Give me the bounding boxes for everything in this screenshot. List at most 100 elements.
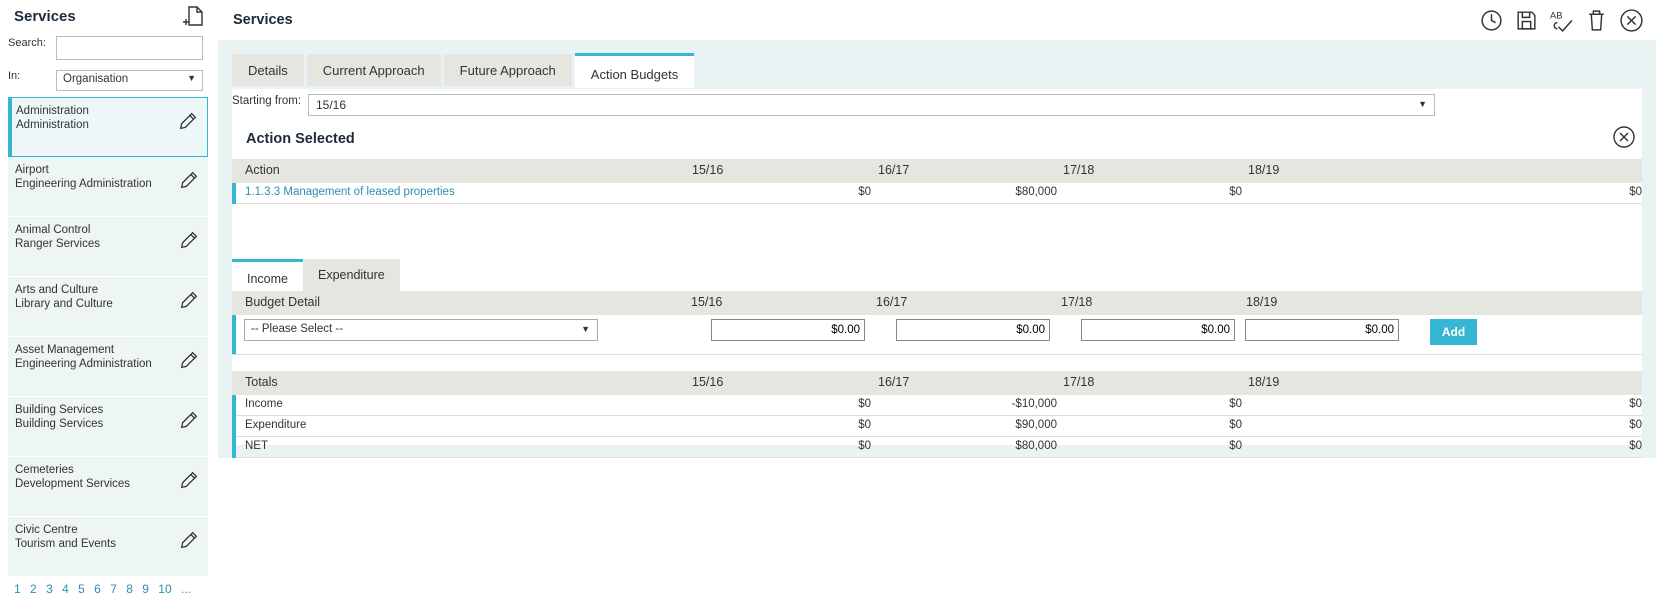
service-item[interactable]: Administration Administration [8, 97, 208, 157]
service-item[interactable]: Airport Engineering Administration [8, 157, 208, 217]
service-department: Development Services [15, 478, 131, 490]
starting-from-label: Starting from: [232, 95, 302, 107]
action-selected-title: Action Selected [246, 131, 355, 147]
budget-detail-select[interactable]: -- Please Select -- ▼ [244, 319, 598, 341]
tab-future-approach[interactable]: Future Approach [443, 54, 572, 86]
column-header: 18/19 [1248, 375, 1280, 389]
row-accent [232, 416, 236, 437]
services-sidebar: Services Search: In: Organisation ▼ Admi… [0, 0, 208, 612]
pencil-icon[interactable] [178, 289, 200, 311]
page-link[interactable]: 8 [126, 582, 133, 596]
service-name: Civic Centre [15, 524, 78, 536]
service-item[interactable]: Civic Centre Tourism and Events [8, 517, 208, 577]
totals-label: Income [245, 398, 283, 410]
spellcheck-icon[interactable]: AB [1549, 8, 1574, 33]
history-clock-icon[interactable] [1479, 8, 1504, 33]
tab-expenditure[interactable]: Expenditure [303, 259, 400, 291]
service-list: Administration Administration Airport Engi… [8, 97, 208, 577]
tab-current-approach[interactable]: Current Approach [306, 54, 441, 86]
tab-income[interactable]: Income [232, 259, 303, 291]
cell-value: $0 [1629, 440, 1642, 452]
add-button[interactable]: Add [1430, 319, 1477, 345]
row-accent [232, 315, 236, 355]
cell-value: -$10,000 [1011, 398, 1057, 410]
header-toolbar: AB [1479, 8, 1644, 33]
service-item[interactable]: Animal Control Ranger Services [8, 217, 208, 277]
search-input[interactable] [56, 36, 203, 60]
action-link[interactable]: 1.1.3.3 Management of leased properties [245, 186, 455, 198]
page-link[interactable]: 6 [94, 582, 101, 596]
row-accent [232, 395, 236, 416]
budget-detail-header: Budget Detail 15/16 16/17 17/18 18/19 [232, 291, 1642, 315]
save-icon[interactable] [1514, 8, 1539, 33]
page-link-more[interactable]: ... [181, 582, 191, 596]
page-link[interactable]: 7 [110, 582, 117, 596]
pencil-icon[interactable] [177, 110, 199, 132]
service-name: Arts and Culture [15, 284, 99, 296]
dropdown-arrow-icon: ▼ [581, 324, 590, 334]
starting-from-select[interactable]: 15/16 ▼ [308, 94, 1435, 116]
amount-input-15-16[interactable] [711, 319, 865, 341]
budget-subtabs: Income Expenditure [232, 259, 400, 291]
close-circle-icon[interactable] [1612, 125, 1636, 149]
page-link[interactable]: 5 [78, 582, 85, 596]
cell-value: $0 [858, 419, 871, 431]
page-link[interactable]: 4 [62, 582, 69, 596]
pencil-icon[interactable] [178, 349, 200, 371]
tab-bar: Details Current Approach Future Approach… [232, 53, 695, 88]
row-divider [232, 354, 1642, 355]
close-circle-icon[interactable] [1619, 8, 1644, 33]
row-accent [232, 437, 236, 458]
service-item[interactable]: Building Services Building Services [8, 397, 208, 457]
cell-value: $0 [858, 398, 871, 410]
column-header: 15/16 [691, 295, 723, 309]
column-header: 16/17 [878, 163, 910, 177]
column-header: 18/19 [1248, 163, 1280, 177]
page-link[interactable]: 1 [14, 582, 21, 596]
totals-row: NET $0 $80,000 $0 $0 [232, 437, 1642, 458]
spellcheck-icon-label: AB [1550, 10, 1563, 20]
cell-value: $0 [858, 186, 871, 198]
pencil-icon[interactable] [178, 529, 200, 551]
amount-input-17-18[interactable] [1081, 319, 1235, 341]
trash-icon[interactable] [1584, 8, 1609, 33]
service-item[interactable]: Asset Management Engineering Administrati… [8, 337, 208, 397]
service-name: Cemeteries [15, 464, 74, 476]
page-link[interactable]: 10 [158, 582, 171, 596]
page-link[interactable]: 9 [142, 582, 149, 596]
service-department: Engineering Administration [15, 178, 152, 190]
cell-value: $0 [1229, 186, 1242, 198]
cell-value: $0 [1229, 440, 1242, 452]
column-header: 17/18 [1061, 295, 1093, 309]
scope-select[interactable]: Organisation ▼ [56, 70, 203, 91]
service-item[interactable]: Cemeteries Development Services [8, 457, 208, 517]
cell-value: $0 [858, 440, 871, 452]
service-name: Airport [15, 164, 49, 176]
cell-value: $0 [1229, 419, 1242, 431]
pencil-icon[interactable] [178, 229, 200, 251]
cell-value: $0 [1629, 419, 1642, 431]
column-header: 16/17 [878, 375, 910, 389]
service-item[interactable]: Arts and Culture Library and Culture [8, 277, 208, 337]
column-header: Action [245, 163, 280, 177]
scope-select-value: Organisation [63, 73, 129, 85]
action-grid-header: Action 15/16 16/17 17/18 18/19 [232, 159, 1642, 183]
amount-input-16-17[interactable] [896, 319, 1050, 341]
pagination: 1 2 3 4 5 6 7 8 9 10 ... [14, 582, 197, 596]
tab-action-budgets[interactable]: Action Budgets [574, 53, 695, 88]
service-name: Administration [16, 105, 89, 117]
pencil-icon[interactable] [178, 169, 200, 191]
new-document-icon[interactable] [182, 4, 206, 28]
page-link[interactable]: 3 [46, 582, 53, 596]
cell-value: $80,000 [1015, 440, 1057, 452]
page-link[interactable]: 2 [30, 582, 37, 596]
pencil-icon[interactable] [178, 409, 200, 431]
page-title: Services [233, 12, 293, 28]
row-accent [232, 183, 236, 204]
amount-input-18-19[interactable] [1245, 319, 1399, 341]
column-header: 17/18 [1063, 163, 1095, 177]
pencil-icon[interactable] [178, 469, 200, 491]
tab-details[interactable]: Details [232, 54, 304, 86]
starting-from-value: 15/16 [316, 98, 347, 112]
service-name: Asset Management [15, 344, 115, 356]
